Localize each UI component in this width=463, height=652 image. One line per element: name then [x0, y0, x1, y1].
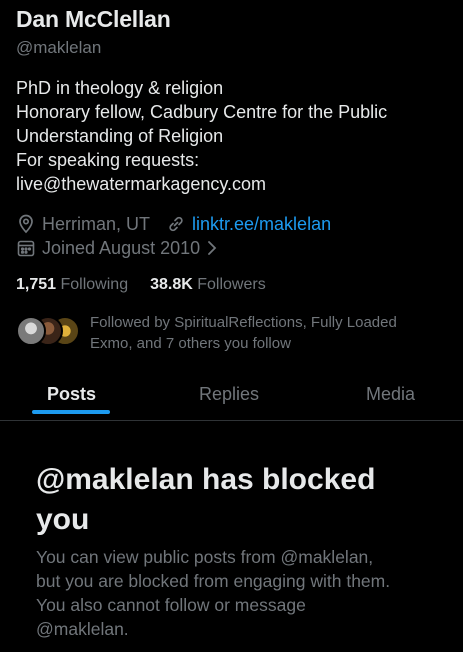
profile-location: Herriman, UT: [42, 213, 151, 234]
bio-line: Honorary fellow, Cadbury Centre for the …: [16, 102, 388, 122]
followers-label: Followers: [197, 276, 266, 293]
profile-bio: PhD in theology & religion Honorary fell…: [16, 76, 456, 196]
location-pin-icon: [16, 214, 36, 234]
link-icon: [166, 214, 186, 234]
following-count: 1,751: [16, 276, 57, 293]
profile-handle: @maklelan: [16, 38, 102, 57]
avatar: [16, 316, 46, 346]
profile-tabs: Posts Replies Media: [0, 372, 463, 421]
chevron-right-icon: [206, 239, 218, 257]
tab-posts[interactable]: Posts: [47, 384, 96, 405]
followed-by-line: Followed by SpiritualReflections, Fully …: [90, 314, 397, 331]
blocked-message-line: @maklelan.: [36, 619, 129, 639]
tab-replies[interactable]: Replies: [199, 384, 259, 405]
blocked-message-line: You also cannot follow or message: [36, 595, 306, 615]
blocked-title-line: you: [36, 503, 90, 536]
blocked-message: You can view public posts from @maklelan…: [36, 545, 446, 641]
blocked-title-line: @maklelan has blocked: [36, 463, 376, 496]
followed-by-avatars[interactable]: [16, 316, 80, 346]
profile-joined: Joined August 2010: [42, 237, 201, 258]
following-label: Following: [60, 276, 129, 293]
profile-joined-row[interactable]: Joined August 2010: [16, 236, 218, 260]
followed-by-line: Exmo, and 7 others you follow: [90, 335, 291, 352]
profile-meta-row: Herriman, UT linktr.ee/maklelan: [16, 212, 331, 236]
calendar-icon: [16, 238, 36, 258]
bio-line: Understanding of Religion: [16, 126, 224, 146]
profile-stats: 1,751 Following 38.8K Followers: [16, 276, 266, 294]
blocked-title: @maklelan has blocked you: [36, 460, 436, 540]
bio-line: PhD in theology & religion: [16, 78, 224, 98]
bio-line: live@thewatermarkagency.com: [16, 174, 267, 194]
followers-count: 38.8K: [150, 276, 193, 293]
active-tab-indicator: [32, 410, 110, 414]
profile-name: Dan McClellan: [16, 6, 171, 32]
followers-link[interactable]: 38.8K Followers: [150, 276, 266, 294]
tab-media[interactable]: Media: [366, 384, 415, 405]
bio-line: For speaking requests:: [16, 150, 200, 170]
blocked-message-line: You can view public posts from @maklelan…: [36, 547, 374, 567]
profile-website-link[interactable]: linktr.ee/maklelan: [192, 214, 331, 235]
blocked-message-line: but you are blocked from engaging with t…: [36, 571, 391, 591]
followed-by-text[interactable]: Followed by SpiritualReflections, Fully …: [90, 312, 450, 354]
following-link[interactable]: 1,751 Following: [16, 276, 128, 294]
